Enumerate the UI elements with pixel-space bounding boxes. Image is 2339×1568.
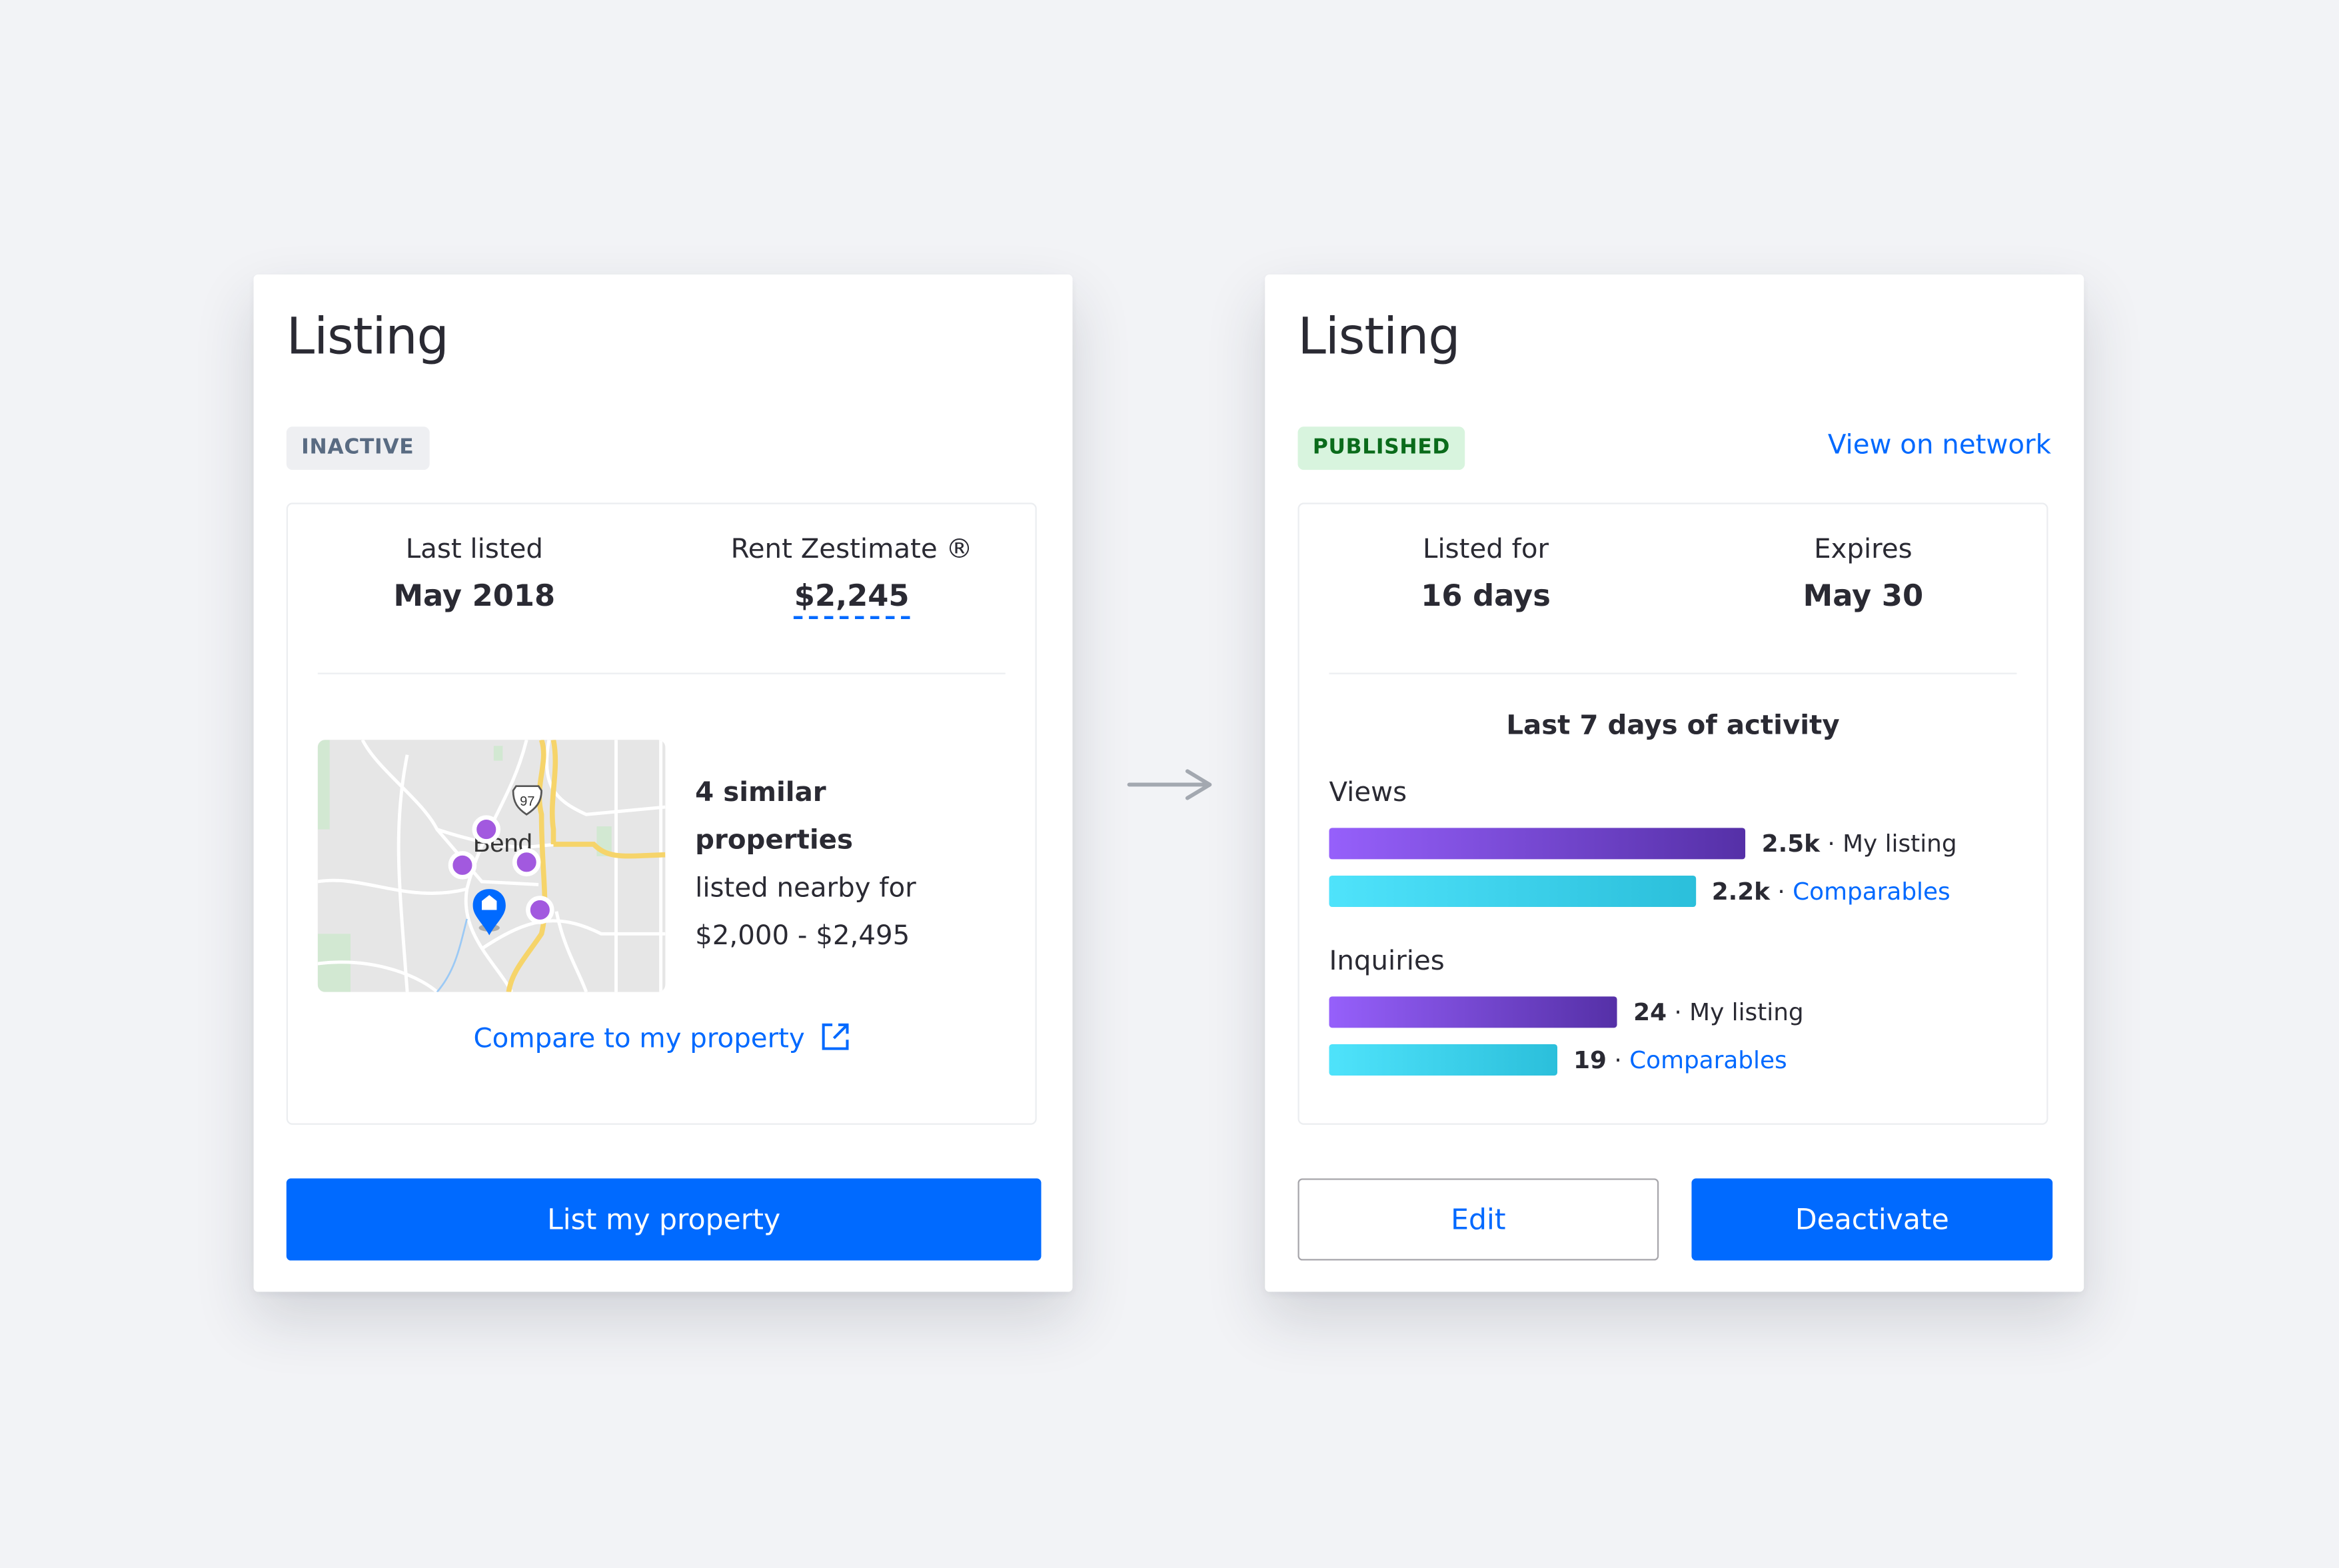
stat-value: 16 days — [1421, 577, 1551, 614]
separator: · — [1606, 1045, 1630, 1074]
deactivate-button[interactable]: Deactivate — [1691, 1178, 2053, 1261]
stat-label: Expires — [1814, 534, 1913, 566]
list-my-property-button[interactable]: List my property — [286, 1178, 1042, 1261]
similar-count: 4 similar — [695, 777, 826, 809]
stat-expires: Expires May 30 — [1714, 534, 2012, 613]
comparable-marker — [526, 896, 554, 924]
comparable-marker — [472, 815, 501, 844]
park-area — [493, 746, 503, 761]
status-badge-inactive: INACTIVE — [286, 426, 429, 470]
stat-value: May 30 — [1803, 577, 1924, 614]
listing-card-inactive: Listing INACTIVE Last listed May 2018 Re… — [253, 274, 1073, 1292]
chart-bar-row: 24 · My listing — [1329, 995, 1804, 1028]
bar-comparables — [1329, 1043, 1557, 1075]
bar-data-label: 2.5k · My listing — [1762, 828, 1957, 857]
bar-my-listing — [1329, 827, 1746, 859]
listing-summary-panel: Last listed May 2018 Rent Zestimate ® $2… — [286, 502, 1037, 1125]
series-label: My listing — [1843, 828, 1957, 858]
compare-to-my-property-link[interactable]: Compare to my property — [288, 1022, 1035, 1055]
similar-properties-summary: 4 similar properties listed nearby for $… — [695, 770, 916, 961]
bar-my-listing — [1329, 996, 1617, 1028]
bar-data-label: 19 · Comparables — [1573, 1045, 1787, 1074]
arrow-right-icon — [1127, 769, 1212, 800]
similar-count-noun: properties — [695, 824, 853, 856]
rent-zestimate-value[interactable]: $2,245 — [794, 577, 910, 619]
bar-data-label: 2.2k · Comparables — [1712, 876, 1950, 905]
svg-text:97: 97 — [520, 794, 534, 809]
chart-bar-row: 2.5k · My listing — [1329, 826, 1957, 859]
similar-price-range: $2,000 - $2,495 — [695, 920, 910, 952]
external-link-icon — [821, 1023, 848, 1050]
stat-label: Last listed — [405, 534, 543, 566]
listing-card-published: Listing PUBLISHED View on network Listed… — [1265, 274, 2084, 1292]
comparable-marker — [448, 851, 477, 880]
activity-chart-title: Last 7 days of activity — [1506, 710, 1840, 742]
park-area — [317, 740, 330, 830]
stat-label: Listed for — [1423, 534, 1549, 566]
series-label: My listing — [1689, 997, 1804, 1026]
card-title: Listing — [286, 307, 449, 367]
bar-value: 2.5k — [1761, 828, 1820, 858]
listing-activity-panel: Listed for 16 days Expires May 30 Last 7… — [1297, 502, 2048, 1125]
stat-last-listed: Last listed May 2018 — [325, 534, 624, 613]
separator: · — [1666, 997, 1690, 1026]
divider — [1329, 672, 2017, 674]
map-canvas: 97 Bend — [317, 740, 666, 992]
bar-value: 24 — [1633, 997, 1667, 1026]
bar-data-label: 24 · My listing — [1633, 997, 1804, 1026]
comparison-stage: Listing INACTIVE Last listed May 2018 Re… — [0, 0, 2339, 1568]
separator: · — [1769, 876, 1793, 905]
compare-link-label[interactable]: Compare to my property — [474, 1024, 805, 1055]
stat-value: May 2018 — [393, 577, 556, 614]
comparables-link[interactable]: Comparables — [1793, 876, 1950, 905]
chart-bar-row: 2.2k · Comparables — [1329, 874, 1950, 907]
similar-desc: listed nearby for — [695, 872, 916, 904]
nearby-map[interactable]: 97 Bend — [317, 740, 666, 992]
card-title: Listing — [1297, 307, 1460, 367]
stat-listed-for: Listed for 16 days — [1337, 534, 1635, 613]
bar-value: 19 — [1573, 1045, 1607, 1074]
stat-label: Rent Zestimate ® — [730, 534, 973, 566]
chart-group-label: Views — [1329, 777, 1407, 809]
edit-button[interactable]: Edit — [1297, 1178, 1659, 1261]
chart-bar-row: 19 · Comparables — [1329, 1043, 1787, 1076]
view-on-network-link[interactable]: View on network — [1828, 430, 2051, 461]
chart-group-label: Inquiries — [1329, 946, 1445, 978]
comparable-marker — [512, 848, 541, 877]
comparables-link[interactable]: Comparables — [1629, 1045, 1787, 1074]
bar-comparables — [1329, 874, 1696, 906]
bar-value: 2.2k — [1711, 876, 1770, 905]
separator: · — [1819, 828, 1843, 858]
stat-rent-zestimate: Rent Zestimate ® $2,245 — [702, 534, 1001, 619]
status-badge-published: PUBLISHED — [1297, 426, 1465, 470]
divider — [317, 672, 1006, 674]
